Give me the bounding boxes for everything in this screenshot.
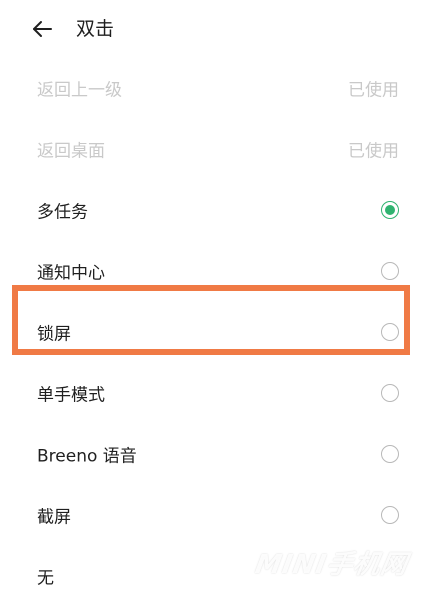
- option-used-status: 已使用: [348, 141, 399, 161]
- radio-unchecked-icon[interactable]: [381, 505, 399, 524]
- watermark-logo: MINI手机网: [252, 550, 411, 580]
- option-label: 通知中心: [37, 263, 105, 283]
- option-label: 截屏: [37, 507, 71, 527]
- option-row-breeno-voice[interactable]: Breeno 语音: [0, 423, 430, 484]
- arrow-left-icon: [33, 21, 52, 37]
- page-title: 双击: [76, 18, 115, 40]
- option-row-lock-screen[interactable]: 锁屏: [0, 301, 430, 362]
- option-row-multitask[interactable]: 多任务: [0, 179, 430, 240]
- option-row-home: 返回桌面 已使用: [0, 118, 430, 179]
- option-label: 多任务: [37, 202, 88, 222]
- back-button[interactable]: [30, 16, 56, 42]
- option-used-status: 已使用: [348, 80, 399, 100]
- radio-unchecked-icon[interactable]: [381, 322, 399, 341]
- option-row-one-hand-mode[interactable]: 单手模式: [0, 362, 430, 423]
- option-label: 锁屏: [37, 324, 71, 344]
- radio-checked-icon[interactable]: [381, 200, 399, 219]
- option-row-screenshot[interactable]: 截屏: [0, 484, 430, 545]
- option-label: 返回上一级: [37, 80, 122, 100]
- option-row-back: 返回上一级 已使用: [0, 57, 430, 118]
- option-label: 无: [37, 568, 54, 588]
- radio-unchecked-icon[interactable]: [381, 383, 399, 402]
- option-list: 返回上一级 已使用 返回桌面 已使用 多任务 通知中心 锁屏 单手模式 Bree…: [0, 57, 430, 606]
- radio-unchecked-icon[interactable]: [381, 444, 399, 463]
- option-label: 单手模式: [37, 385, 105, 405]
- app-header: 双击: [0, 0, 430, 58]
- option-label: Breeno 语音: [37, 446, 137, 466]
- option-row-notification-center[interactable]: 通知中心: [0, 240, 430, 301]
- option-label: 返回桌面: [37, 141, 105, 161]
- radio-unchecked-icon[interactable]: [381, 261, 399, 280]
